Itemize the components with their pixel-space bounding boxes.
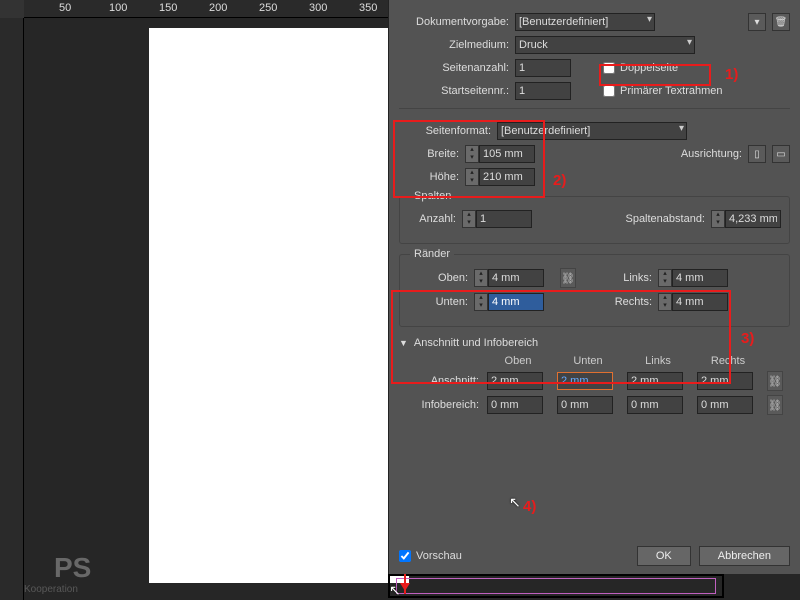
- link-margins-icon[interactable]: ⛓: [560, 268, 576, 288]
- preset-label: Dokumentvorgabe:: [399, 16, 509, 28]
- link-slug-icon[interactable]: ⛓: [767, 395, 783, 415]
- bleed-bottom-field[interactable]: [557, 372, 613, 390]
- pages-field[interactable]: [515, 59, 571, 77]
- save-preset-icon[interactable]: ▾: [748, 13, 766, 31]
- slug-left-field[interactable]: [627, 396, 683, 414]
- landscape-icon[interactable]: ▭: [772, 145, 790, 163]
- orientation-label: Ausrichtung:: [681, 148, 742, 160]
- ruler-vertical: [0, 18, 24, 600]
- width-label: Breite:: [399, 148, 459, 160]
- pagesize-select[interactable]: [Benutzerdefiniert]: [497, 122, 687, 140]
- margin-left-field[interactable]: [672, 269, 728, 287]
- slug-bottom-field[interactable]: [557, 396, 613, 414]
- ok-button[interactable]: OK: [637, 546, 691, 566]
- watermark-logo: PS Kooperation: [24, 552, 91, 595]
- preview-outline: [388, 574, 724, 598]
- cancel-button[interactable]: Abbrechen: [699, 546, 790, 566]
- columns-group: Spalten Anzahl: ▴▾ Spaltenabstand: ▴▾: [399, 196, 790, 244]
- gutter-stepper[interactable]: ▴▾: [711, 210, 725, 228]
- pages-label: Seitenanzahl:: [399, 62, 509, 74]
- link-bleed-icon[interactable]: ⛓: [767, 371, 783, 391]
- portrait-icon[interactable]: ▯: [748, 145, 766, 163]
- margin-bottom-field[interactable]: [488, 293, 544, 311]
- gutter-label: Spaltenabstand:: [625, 213, 705, 225]
- margin-right-label: Rechts:: [592, 296, 652, 308]
- disclosure-triangle-icon[interactable]: ▼: [399, 338, 408, 348]
- height-field[interactable]: [479, 168, 535, 186]
- margin-top-label: Oben:: [408, 272, 468, 284]
- height-stepper[interactable]: ▴▾: [465, 168, 479, 186]
- intent-select[interactable]: Druck: [515, 36, 695, 54]
- cursor-icon: ↖: [389, 582, 401, 599]
- bleed-left-field[interactable]: [627, 372, 683, 390]
- gutter-field[interactable]: [725, 210, 781, 228]
- primary-frame-checkbox[interactable]: Primärer Textrahmen: [603, 85, 723, 97]
- margins-group: Ränder Oben: ▴▾ ⛓ Links: ▴▾ Unten: ▴▾ Re…: [399, 254, 790, 327]
- margin-bottom-label: Unten:: [408, 296, 468, 308]
- trash-icon[interactable]: 🗑: [772, 13, 790, 31]
- colcount-label: Anzahl:: [408, 213, 456, 225]
- margin-right-field[interactable]: [672, 293, 728, 311]
- slug-label: Infobereich:: [399, 399, 479, 411]
- bleed-right-field[interactable]: [697, 372, 753, 390]
- margin-left-label: Links:: [592, 272, 652, 284]
- preset-select[interactable]: [Benutzerdefiniert]: [515, 13, 655, 31]
- width-stepper[interactable]: ▴▾: [465, 145, 479, 163]
- bleed-slug-section: ▼Anschnitt und Infobereich ObenUntenLink…: [399, 337, 790, 415]
- cursor-icon: ↖: [509, 494, 521, 511]
- bleed-label: Anschnitt:: [399, 375, 479, 387]
- startpage-field[interactable]: [515, 82, 571, 100]
- bleed-top-field[interactable]: [487, 372, 543, 390]
- preview-checkbox[interactable]: Vorschau: [399, 550, 462, 562]
- facing-pages-checkbox[interactable]: Doppelseite: [603, 62, 678, 74]
- slug-right-field[interactable]: [697, 396, 753, 414]
- new-document-dialog: Dokumentvorgabe: [Benutzerdefiniert] ▾ 🗑…: [388, 0, 800, 574]
- margin-top-field[interactable]: [488, 269, 544, 287]
- slug-top-field[interactable]: [487, 396, 543, 414]
- width-field[interactable]: [479, 145, 535, 163]
- startpage-label: Startseitennr.:: [399, 85, 509, 97]
- colcount-stepper[interactable]: ▴▾: [462, 210, 476, 228]
- colcount-field[interactable]: [476, 210, 532, 228]
- intent-label: Zielmedium:: [399, 39, 509, 51]
- height-label: Höhe:: [399, 171, 459, 183]
- document-page: [149, 28, 409, 583]
- pagesize-label: Seitenformat:: [399, 125, 491, 137]
